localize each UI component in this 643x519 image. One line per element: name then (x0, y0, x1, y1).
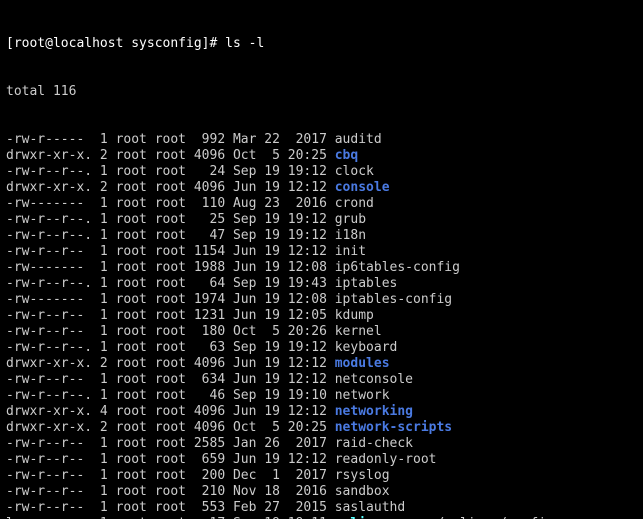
file-row: -rw------- 1 root root 110 Aug 23 2016 c… (6, 196, 637, 212)
file-row: -rw-r--r-- 1 root root 1231 Jun 19 12:05… (6, 308, 637, 324)
file-name: saslauthd (335, 500, 405, 515)
file-name: network-scripts (335, 420, 452, 435)
file-row: drwxr-xr-x. 2 root root 4096 Oct 5 20:25… (6, 148, 637, 164)
file-name: keyboard (335, 340, 398, 355)
file-row: -rw-r--r--. 1 root root 64 Sep 19 19:43 … (6, 276, 637, 292)
file-row: drwxr-xr-x. 2 root root 4096 Oct 5 20:25… (6, 420, 637, 436)
file-name: crond (335, 196, 374, 211)
file-row: -rw------- 1 root root 1974 Jun 19 12:08… (6, 292, 637, 308)
file-name: iptables (335, 276, 398, 291)
file-name: netconsole (335, 372, 413, 387)
file-name: networking (335, 404, 413, 419)
file-row: -rw-r--r-- 1 root root 1154 Jun 19 12:12… (6, 244, 637, 260)
file-row: -rw-r--r--. 1 root root 24 Sep 19 19:12 … (6, 164, 637, 180)
file-row: -rw-r--r--. 1 root root 63 Sep 19 19:12 … (6, 340, 637, 356)
file-row: -rw-r--r-- 1 root root 553 Feb 27 2015 s… (6, 500, 637, 516)
file-name: ip6tables-config (335, 260, 460, 275)
file-name: iptables-config (335, 292, 452, 307)
file-row: -rw-r--r-- 1 root root 634 Jun 19 12:12 … (6, 372, 637, 388)
file-listing: -rw-r----- 1 root root 992 Mar 22 2017 a… (6, 132, 637, 519)
file-name: raid-check (335, 436, 413, 451)
file-name: auditd (335, 132, 382, 147)
file-name: kdump (335, 308, 374, 323)
file-name: grub (335, 212, 366, 227)
file-name: rsyslog (335, 468, 390, 483)
file-row: -rw-r--r--. 1 root root 25 Sep 19 19:12 … (6, 212, 637, 228)
file-name: network (335, 388, 390, 403)
file-name: console (335, 180, 390, 195)
file-name: modules (335, 356, 390, 371)
file-row: -rw-r--r-- 1 root root 659 Jun 19 12:12 … (6, 452, 637, 468)
total-line: total 116 (6, 84, 637, 100)
file-row: -rw-r--r--. 1 root root 46 Sep 19 19:10 … (6, 388, 637, 404)
typed-command: ls -l (225, 36, 264, 51)
file-name: cbq (335, 148, 358, 163)
file-row: -rw-r----- 1 root root 992 Mar 22 2017 a… (6, 132, 637, 148)
shell-prompt: [root@localhost sysconfig]# (6, 36, 217, 51)
file-row: -rw-r--r--. 1 root root 47 Sep 19 19:12 … (6, 228, 637, 244)
file-row: -rw-r--r-- 1 root root 180 Oct 5 20:26 k… (6, 324, 637, 340)
file-row: -rw-r--r-- 1 root root 200 Dec 1 2017 rs… (6, 468, 637, 484)
file-row: -rw-r--r-- 1 root root 2585 Jan 26 2017 … (6, 436, 637, 452)
file-row: -rw------- 1 root root 1988 Jun 19 12:08… (6, 260, 637, 276)
file-name: kernel (335, 324, 382, 339)
file-row: -rw-r--r-- 1 root root 210 Nov 18 2016 s… (6, 484, 637, 500)
file-row: drwxr-xr-x. 2 root root 4096 Jun 19 12:1… (6, 180, 637, 196)
terminal-output[interactable]: [root@localhost sysconfig]# ls -l total … (0, 0, 643, 519)
file-row: drwxr-xr-x. 2 root root 4096 Jun 19 12:1… (6, 356, 637, 372)
command-line: [root@localhost sysconfig]# ls -l (6, 36, 637, 52)
file-name: readonly-root (335, 452, 437, 467)
file-name: clock (335, 164, 374, 179)
file-name: i18n (335, 228, 366, 243)
file-name: sandbox (335, 484, 390, 499)
file-name: init (335, 244, 366, 259)
file-row: drwxr-xr-x. 4 root root 4096 Jun 19 12:1… (6, 404, 637, 420)
